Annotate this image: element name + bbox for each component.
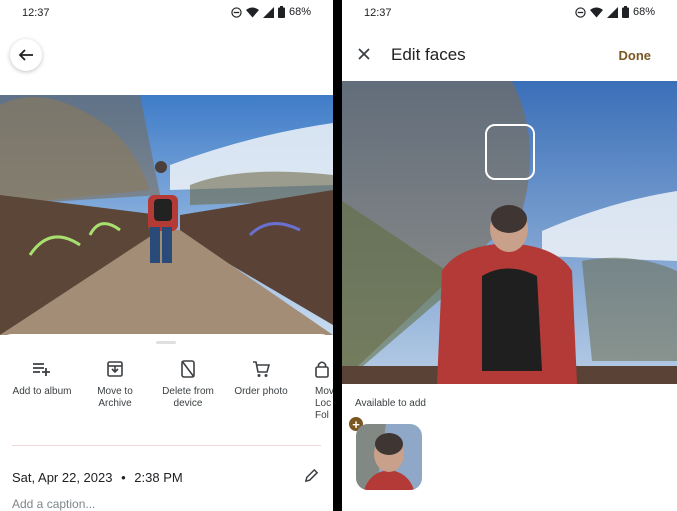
- photo-date: Sat, Apr 22, 2023: [12, 470, 113, 485]
- arrow-back-icon: [18, 49, 33, 61]
- status-bar: 12:37 68%: [0, 0, 333, 26]
- done-button[interactable]: Done: [619, 48, 652, 63]
- close-button[interactable]: [356, 46, 372, 67]
- delete-device-icon: [181, 360, 195, 378]
- dnd-icon: [575, 6, 586, 18]
- playlist-add-icon: [33, 363, 50, 376]
- edit-faces-panel: 12:37 68% Edit faces Done Available to a…: [342, 0, 677, 511]
- status-time: 12:37: [22, 7, 50, 19]
- status-time: 12:37: [364, 7, 392, 19]
- order-photo-label: Order photo: [234, 386, 288, 397]
- available-to-add-label: Available to add: [355, 398, 426, 409]
- photo[interactable]: [0, 95, 333, 335]
- delete-from-device-label: Delete from device: [162, 386, 214, 409]
- status-bar: 12:37 68%: [342, 0, 677, 26]
- photo-time: 2:38 PM: [134, 470, 183, 485]
- lock-folder-icon: [315, 361, 329, 378]
- move-to-archive-label: Move to Archive: [97, 386, 133, 409]
- edit-datetime-button[interactable]: [304, 468, 319, 488]
- caption-input[interactable]: Add a caption...: [12, 497, 95, 511]
- move-to-locked-folder-button[interactable]: Mov Loc Fol: [299, 358, 333, 422]
- order-photo-button[interactable]: Order photo: [226, 358, 296, 398]
- close-icon: [358, 48, 370, 60]
- battery-percent: 68%: [288, 6, 311, 18]
- pencil-icon: [304, 468, 319, 483]
- face-thumbnail-image: [356, 424, 422, 490]
- add-to-album-button[interactable]: Add to album: [7, 358, 77, 398]
- dnd-icon: [231, 6, 242, 18]
- wifi-icon: [589, 7, 603, 17]
- battery-icon: [621, 6, 629, 18]
- cart-icon: [253, 361, 270, 377]
- add-to-album-label: Add to album: [12, 386, 72, 397]
- divider: [12, 445, 321, 446]
- archive-icon: [107, 361, 123, 377]
- date-time: Sat, Apr 22, 2023 • 2:38 PM: [12, 470, 183, 485]
- move-to-archive-button[interactable]: Move to Archive: [80, 358, 150, 410]
- battery-percent: 68%: [632, 6, 655, 18]
- face-selection-box[interactable]: [485, 124, 535, 180]
- photo-viewer-panel: 12:37 68% Add to album Move to Archive D…: [0, 0, 333, 511]
- page-title: Edit faces: [391, 45, 466, 64]
- sheet-handle[interactable]: [156, 341, 176, 344]
- bottom-sheet: Add to album Move to Archive Delete from…: [0, 334, 333, 511]
- wifi-icon: [245, 7, 259, 17]
- move-to-locked-folder-label: Mov Loc Fol: [315, 386, 333, 421]
- battery-icon: [277, 6, 285, 18]
- date-separator: •: [121, 470, 126, 485]
- signal-icon: [606, 6, 618, 18]
- back-button[interactable]: [10, 39, 42, 71]
- delete-from-device-button[interactable]: Delete from device: [153, 358, 223, 410]
- signal-icon: [262, 6, 274, 18]
- face-thumbnail[interactable]: [356, 424, 422, 490]
